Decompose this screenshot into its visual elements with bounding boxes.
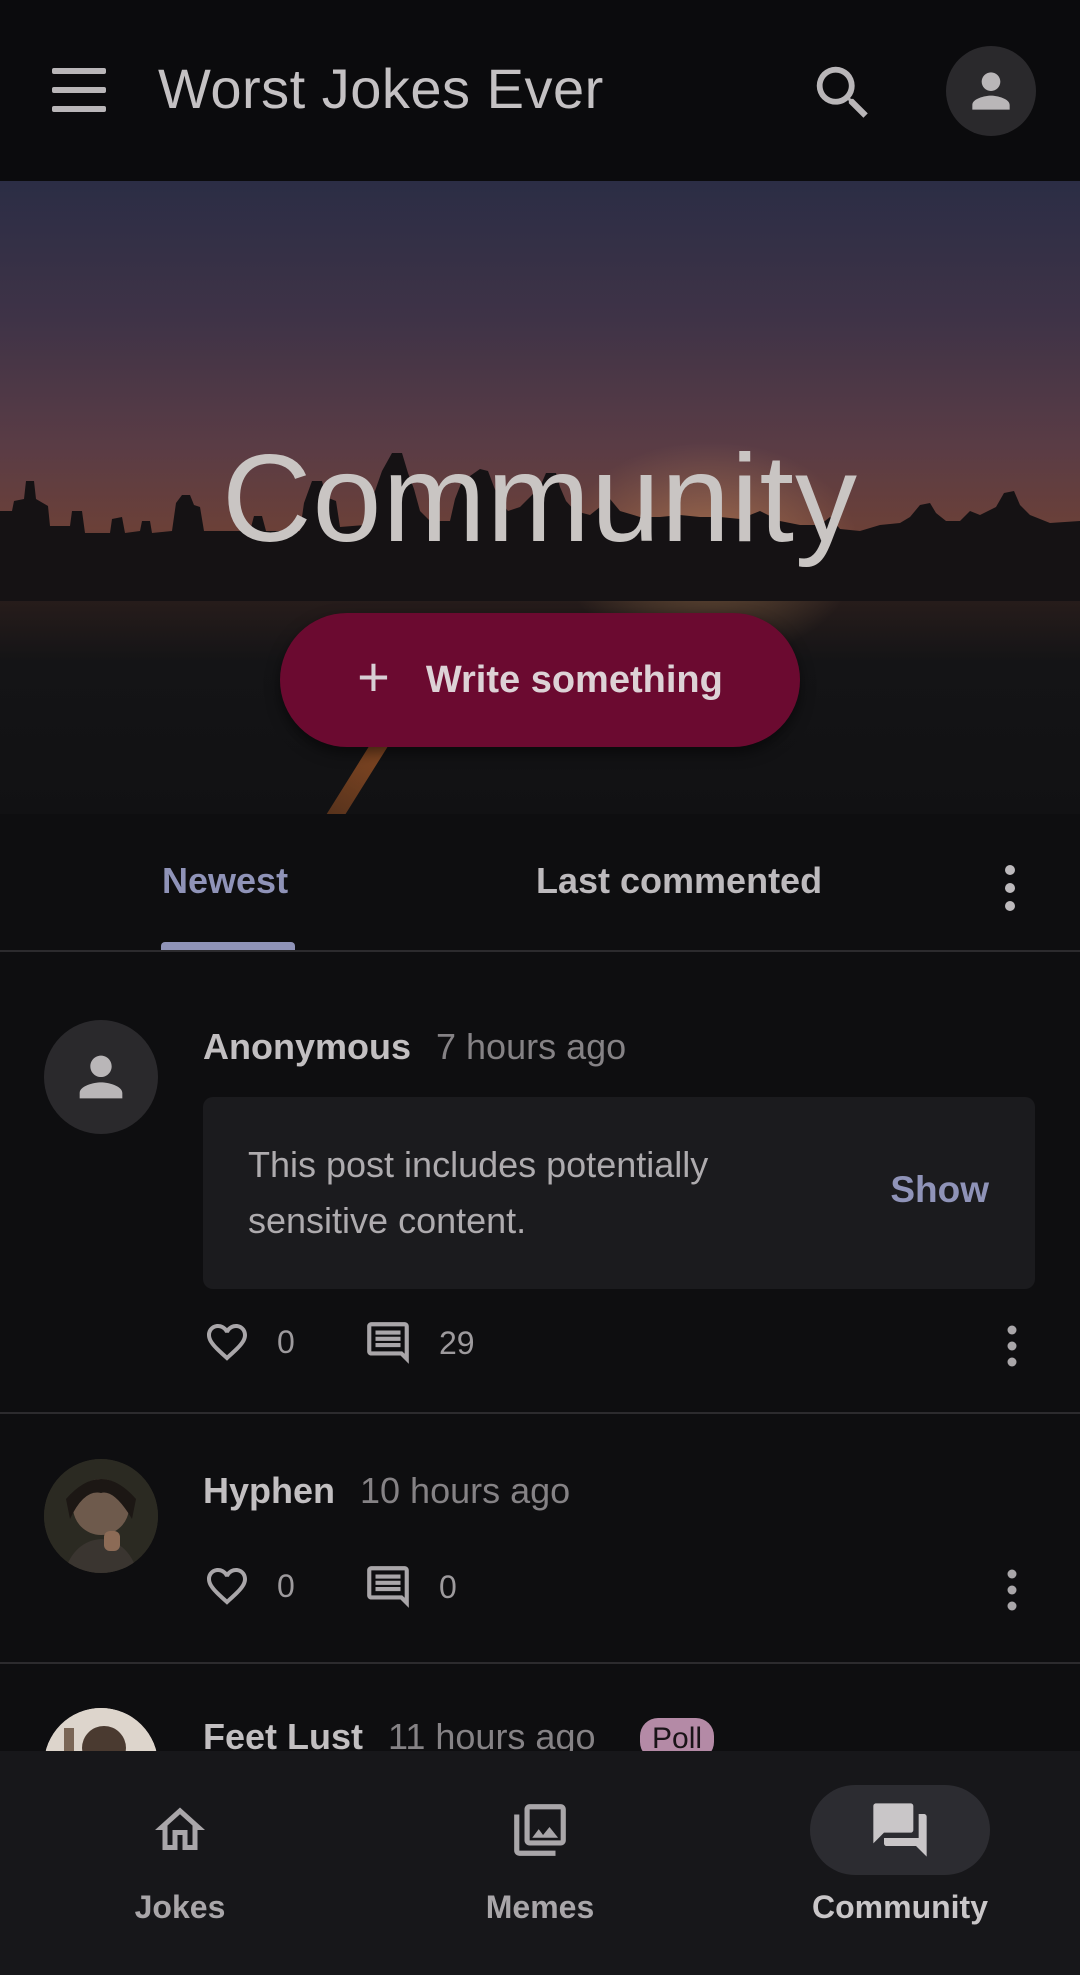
avatar[interactable]: [44, 1459, 158, 1573]
heart-outline-icon: [207, 1324, 247, 1361]
nav-label: Jokes: [134, 1889, 226, 1925]
sensitive-message: This post includes potentially sensitive…: [248, 1144, 709, 1241]
post-time: 10 hours ago: [360, 1470, 571, 1511]
sensitive-content-notice: This post includes potentially sensitive…: [203, 1097, 1035, 1289]
user-photo: [44, 1459, 158, 1573]
comment-count: 29: [439, 1324, 475, 1361]
nav-label: Community: [812, 1889, 988, 1925]
account-icon[interactable]: [946, 46, 1036, 136]
tab-last-commented[interactable]: Last commented: [536, 860, 822, 902]
top-app-bar: Worst Jokes Ever: [0, 0, 1080, 181]
hero-title: Community: [221, 430, 859, 568]
bottom-navigation: Jokes Memes Community: [0, 1751, 1080, 1975]
forum-icon: [810, 1785, 990, 1875]
hero-banner: Community + Write something: [0, 181, 1080, 814]
app-title: Worst Jokes Ever: [158, 57, 604, 120]
tab-indicator: [161, 942, 295, 950]
write-something-button[interactable]: + Write something: [280, 613, 800, 747]
comment-button[interactable]: 29: [363, 1318, 475, 1368]
nav-label: Memes: [485, 1889, 595, 1925]
comment-count: 0: [439, 1568, 457, 1605]
person-icon: [79, 1055, 123, 1099]
search-icon[interactable]: [808, 58, 878, 128]
post-time: 7 hours ago: [436, 1026, 627, 1067]
avatar[interactable]: [44, 1020, 158, 1134]
menu-icon[interactable]: [44, 62, 114, 118]
comment-icon: [367, 1566, 409, 1608]
nav-item-community[interactable]: Community: [720, 1751, 1080, 1975]
post-item[interactable]: Hyphen 10 hours ago: [0, 1414, 1080, 1664]
like-button[interactable]: 0: [203, 1318, 295, 1366]
comment-button[interactable]: 0: [363, 1562, 457, 1612]
like-button[interactable]: 0: [203, 1562, 295, 1610]
plus-icon: +: [357, 645, 390, 708]
tab-newest[interactable]: Newest: [162, 860, 288, 902]
like-count: 0: [277, 1323, 295, 1360]
write-something-label: Write something: [425, 658, 723, 701]
more-vert-icon[interactable]: [990, 858, 1030, 918]
heart-outline-icon: [207, 1568, 247, 1605]
like-count: 0: [277, 1567, 295, 1604]
post-author[interactable]: Hyphen: [203, 1470, 335, 1512]
post-more-icon[interactable]: [992, 1560, 1032, 1620]
nav-item-memes[interactable]: Memes: [360, 1751, 720, 1975]
gallery-icon: [450, 1785, 630, 1875]
comment-icon: [367, 1322, 409, 1364]
show-button[interactable]: Show: [890, 1169, 989, 1211]
post-author[interactable]: Anonymous: [203, 1026, 411, 1068]
sort-tabs: Newest Last commented: [0, 814, 1080, 952]
post-more-icon[interactable]: [992, 1316, 1032, 1376]
nav-item-jokes[interactable]: Jokes: [0, 1751, 360, 1975]
home-icon: [90, 1785, 270, 1875]
